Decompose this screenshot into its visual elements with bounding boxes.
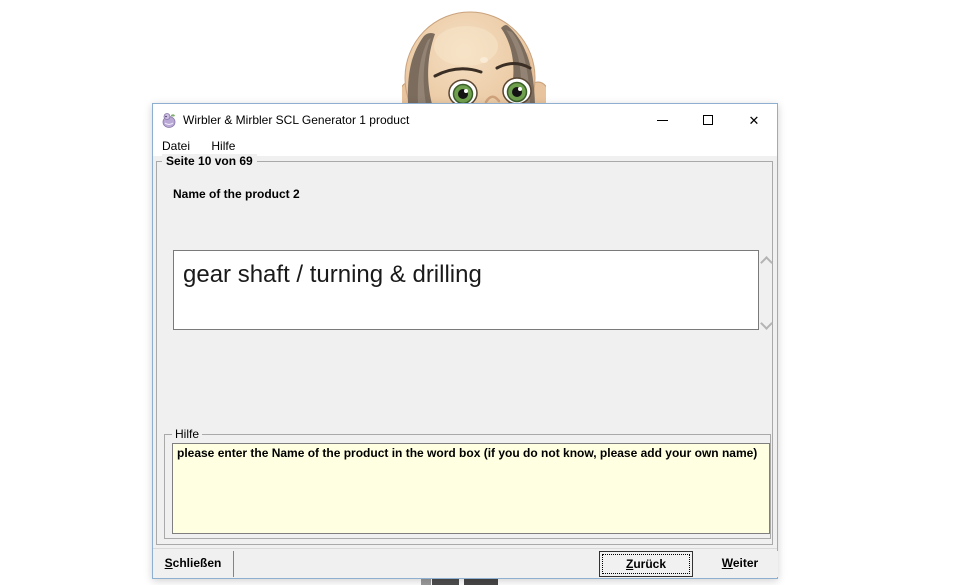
menu-item-hilfe[interactable]: Hilfe <box>202 136 244 156</box>
close-dialog-button[interactable]: Schließen <box>153 551 234 577</box>
help-text-box[interactable]: please enter the Name of the product in … <box>172 443 770 534</box>
product-name-input[interactable]: gear shaft / turning & drilling <box>173 250 759 330</box>
app-window: Wirbler & Mirbler SCL Generator 1 produc… <box>152 103 778 579</box>
app-icon <box>161 112 177 128</box>
title-bar: Wirbler & Mirbler SCL Generator 1 produc… <box>153 104 777 136</box>
maximize-icon <box>703 115 713 125</box>
minimize-icon <box>657 120 668 121</box>
help-group-label: Hilfe <box>172 427 202 441</box>
maximize-button[interactable] <box>692 104 724 136</box>
page-group-label: Seite 10 von 69 <box>162 154 257 168</box>
right-eye <box>503 78 531 104</box>
window-title: Wirbler & Mirbler SCL Generator 1 produc… <box>183 113 409 127</box>
next-button[interactable]: Weiter <box>702 551 778 577</box>
back-button[interactable]: Zurück <box>599 551 693 577</box>
left-eye <box>449 80 477 104</box>
menu-bar: Datei Hilfe <box>153 136 777 156</box>
product-name-label: Name of the product 2 <box>173 187 300 201</box>
footer-bar: Schließen Zurück Weiter <box>153 548 777 578</box>
peeking-character-head <box>402 8 546 104</box>
menu-item-datei[interactable]: Datei <box>153 136 199 156</box>
close-icon: ✕ <box>749 114 760 127</box>
minimize-button[interactable] <box>646 104 678 136</box>
close-window-button[interactable]: ✕ <box>738 104 770 136</box>
